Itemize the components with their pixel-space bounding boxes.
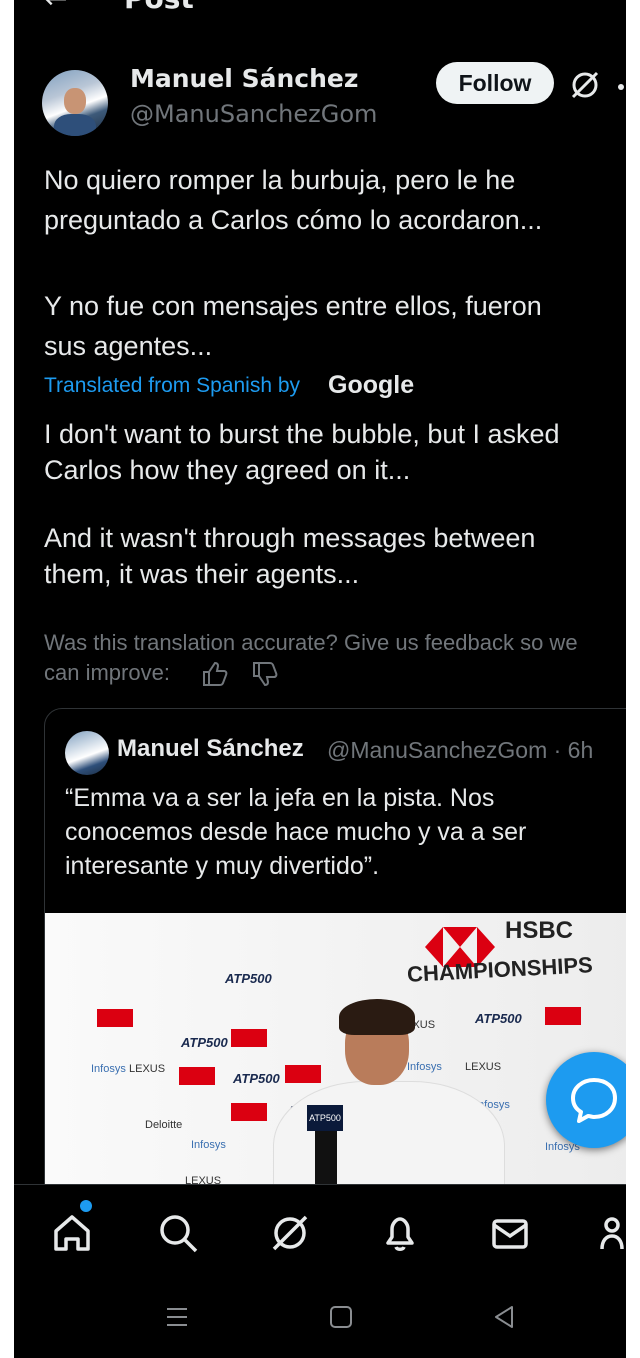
sponsor-hsbc-badge	[231, 1103, 267, 1121]
grok-icon[interactable]	[268, 1211, 312, 1255]
translated-label[interactable]: Translated from Spanish by	[44, 374, 300, 398]
quoted-text: “Emma va a ser la jefa en la pista. Nos …	[65, 781, 625, 883]
player-hair	[339, 999, 415, 1035]
sponsor-infosys: Infosys	[91, 1063, 126, 1075]
back-button[interactable]: ←	[44, 0, 67, 15]
follow-button[interactable]: Follow	[436, 62, 554, 104]
translation-line-3: And it wasn't through messages between	[44, 523, 536, 553]
feedback-line-1: Was this translation accurate? Give us f…	[44, 630, 578, 655]
recent-apps-icon[interactable]	[162, 1302, 192, 1332]
thumbs-down-icon[interactable]	[250, 660, 278, 688]
avatar-body	[54, 114, 96, 136]
sponsor-hsbc-badge	[179, 1067, 215, 1085]
google-logo: Google	[328, 371, 415, 399]
quoted-author-handle: @ManuSanchezGom · 6h	[327, 737, 594, 763]
sponsor-deloitte: Deloitte	[145, 1119, 183, 1131]
grok-icon[interactable]	[568, 68, 602, 102]
avatar-face	[64, 88, 86, 114]
quoted-media-image[interactable]: HSBC CHAMPIONSHIPS ATP500 ATP500 ATP500 …	[45, 913, 626, 1229]
translation-line-4: them, it was their agents...	[44, 559, 360, 589]
quoted-author-name: Manuel Sánchez	[117, 735, 304, 762]
quoted-text-line-3: interesante y muy divertido”.	[65, 852, 380, 880]
chat-bubble-icon	[571, 1078, 617, 1123]
author-handle[interactable]: @ManuSanchezGom	[130, 100, 377, 128]
post-text-line-3: Y no fue con mensajes entre ellos, fuero…	[44, 291, 542, 321]
atp-logo-2: ATP500	[475, 1011, 522, 1026]
search-icon[interactable]	[156, 1211, 200, 1255]
author-name[interactable]: Manuel Sánchez	[130, 64, 358, 93]
page-title: Post	[124, 0, 194, 15]
sponsor-infosys: Infosys	[407, 1061, 442, 1073]
sponsor-lexus: LEXUS	[129, 1063, 166, 1075]
sponsor-hsbc-badge	[285, 1065, 321, 1083]
home-unread-badge	[80, 1200, 92, 1212]
translation-feedback: Was this translation accurate? Give us f…	[44, 628, 626, 688]
new-post-fab[interactable]	[546, 1052, 626, 1148]
home-icon[interactable]	[50, 1211, 94, 1255]
bottom-nav	[14, 1184, 626, 1275]
quoted-post[interactable]: Manuel Sánchez @ManuSanchezGom · 6h “Emm…	[44, 708, 626, 1230]
quoted-avatar	[65, 731, 109, 775]
feedback-line-2: can improve:	[44, 660, 170, 685]
atp-logo-3: ATP500	[181, 1035, 228, 1050]
post-text-line-2: preguntado a Carlos cómo lo acordaron...	[44, 205, 543, 235]
sponsor-hsbc-badge	[231, 1029, 267, 1047]
post-text-line-4: sus agentes...	[44, 331, 213, 361]
sponsor-hsbc-badge	[545, 1007, 581, 1025]
messages-icon[interactable]	[488, 1211, 532, 1255]
notifications-icon[interactable]	[378, 1211, 422, 1255]
app-screen: ← Post Manuel Sánchez @ManuSanchezGom Fo…	[14, 0, 626, 1358]
quoted-text-line-1: “Emma va a ser la jefa en la pista. Nos	[65, 784, 495, 812]
translation-line-1: I don't want to burst the bubble, but I …	[44, 419, 560, 449]
left-edge	[0, 0, 14, 1358]
mic-flag-atp: ATP500	[307, 1105, 343, 1131]
sponsor-hsbc-badge	[97, 1009, 133, 1027]
atp-logo: ATP500	[225, 971, 272, 986]
right-edge	[626, 0, 640, 1358]
back-system-icon[interactable]	[490, 1302, 520, 1332]
post-text-line-1: No quiero romper la burbuja, pero le he	[44, 165, 516, 195]
translation-line-2: Carlos how they agreed on it...	[44, 455, 411, 485]
quoted-text-line-2: conocemos desde hace mucho y va a ser	[65, 818, 527, 846]
hsbc-wordmark: HSBC	[505, 917, 574, 944]
communities-icon[interactable]	[598, 1211, 626, 1255]
home-system-icon[interactable]	[326, 1302, 356, 1332]
top-bar: ← Post	[14, 0, 626, 15]
system-nav-bar	[14, 1274, 626, 1358]
sponsor-infosys: Infosys	[191, 1139, 226, 1151]
sponsor-lexus: LEXUS	[465, 1061, 502, 1073]
thumbs-up-icon[interactable]	[200, 660, 228, 688]
avatar[interactable]	[42, 70, 108, 136]
more-icon[interactable]	[618, 84, 624, 90]
atp-logo-4: ATP500	[233, 1071, 280, 1086]
